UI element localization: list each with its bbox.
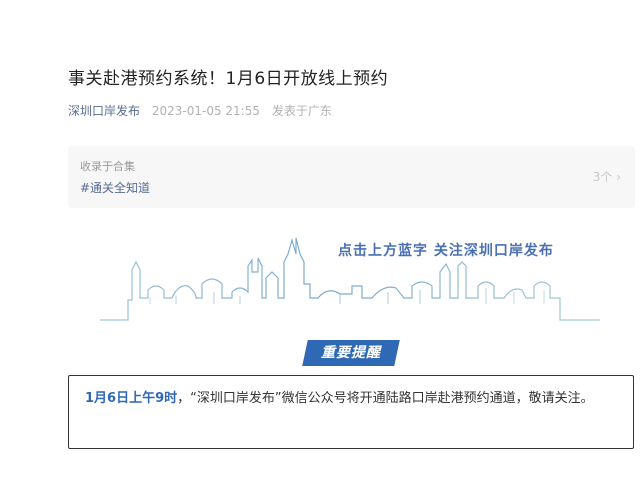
collection-label: 收录于合集 — [80, 160, 135, 173]
follow-prompt: 点击上方蓝字 关注深圳口岸发布 — [338, 243, 554, 259]
city-skyline-illustration — [100, 237, 600, 321]
collection-tag[interactable]: #通关全知道 — [80, 179, 150, 196]
notice-box: 1月6日上午9时，“深圳口岸发布”微信公众号将开通陆路口岸赴港预约通道，敬请关注… — [68, 375, 634, 449]
collection-count[interactable]: 3个 › — [593, 168, 621, 185]
reminder-label: 重要提醒 — [321, 345, 381, 361]
notice-highlight: 1月6日上午9时 — [85, 391, 178, 406]
collection-card[interactable]: 收录于合集 #通关全知道 3个 › — [68, 146, 635, 208]
article-title: 事关赴港预约系统！1月6日开放线上预约 — [68, 69, 389, 89]
publish-location: 发表于广东 — [271, 104, 332, 118]
article-meta: 深圳口岸发布 2023-01-05 21:55 发表于广东 — [68, 102, 332, 119]
important-reminder-badge: 重要提醒 — [302, 340, 400, 366]
notice-text: ，“深圳口岸发布”微信公众号将开通陆路口岸赴港预约通道，敬请关注。 — [177, 391, 594, 406]
publish-date: 2023-01-05 21:55 — [151, 104, 260, 118]
account-name-link[interactable]: 深圳口岸发布 — [68, 104, 140, 118]
